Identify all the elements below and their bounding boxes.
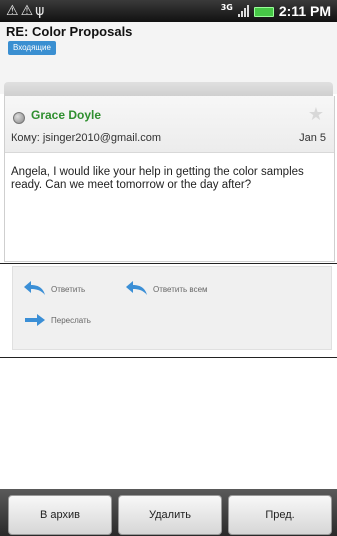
signal-icon — [237, 5, 249, 17]
reply-all-icon — [126, 281, 147, 295]
message-card-header: Grace Doyle ★ Кому: jsinger2010@gmail.co… — [5, 96, 334, 153]
reply-all-label: Ответить всем — [153, 284, 208, 294]
message-date: Jan 5 — [299, 132, 326, 144]
message-header: RE: Color Proposals Входящие — [0, 22, 337, 96]
warning-icon: ⚠ — [20, 3, 36, 19]
reply-button[interactable]: Ответить — [23, 281, 85, 297]
forward-button[interactable]: Переслать — [23, 313, 91, 327]
header-divider — [4, 82, 333, 96]
reply-actions: Ответить Ответить всем Переслать — [12, 266, 332, 350]
reply-label: Ответить — [51, 284, 86, 294]
star-icon[interactable]: ★ — [308, 104, 324, 125]
delete-button[interactable]: Удалить — [118, 495, 222, 535]
status-indicators: 3G 2:11 PM — [220, 2, 331, 20]
battery-icon — [253, 7, 274, 17]
reply-all-button[interactable]: Ответить всем — [125, 281, 208, 297]
network-type: 3G — [220, 2, 233, 12]
sender-name[interactable]: Grace Doyle — [31, 108, 101, 122]
bottom-action-bar: В архив Удалить Пред. — [0, 489, 337, 536]
folder-badge[interactable]: Входящие — [8, 41, 56, 55]
notification-icons: ⚠⚠ψ — [6, 3, 46, 19]
usb-icon: ψ — [35, 3, 47, 19]
forward-label: Переслать — [51, 315, 91, 325]
previous-button[interactable]: Пред. — [228, 495, 332, 535]
archive-button[interactable]: В архив — [8, 495, 112, 535]
warning-icon: ⚠ — [6, 3, 21, 19]
message-body: Angela, I would like your help in gettin… — [11, 166, 304, 191]
reply-actions-panel: Ответить Ответить всем Переслать — [0, 263, 337, 358]
recipient-line: Кому: jsinger2010@gmail.com — [11, 132, 161, 144]
presence-icon — [13, 112, 25, 124]
status-bar: ⚠⚠ψ 3G 2:11 PM — [0, 0, 337, 22]
reply-icon — [24, 281, 45, 295]
message-subject: RE: Color Proposals — [6, 24, 133, 39]
status-time: 2:11 PM — [278, 3, 331, 19]
message-card: Grace Doyle ★ Кому: jsinger2010@gmail.co… — [4, 96, 335, 262]
forward-icon — [25, 314, 45, 326]
